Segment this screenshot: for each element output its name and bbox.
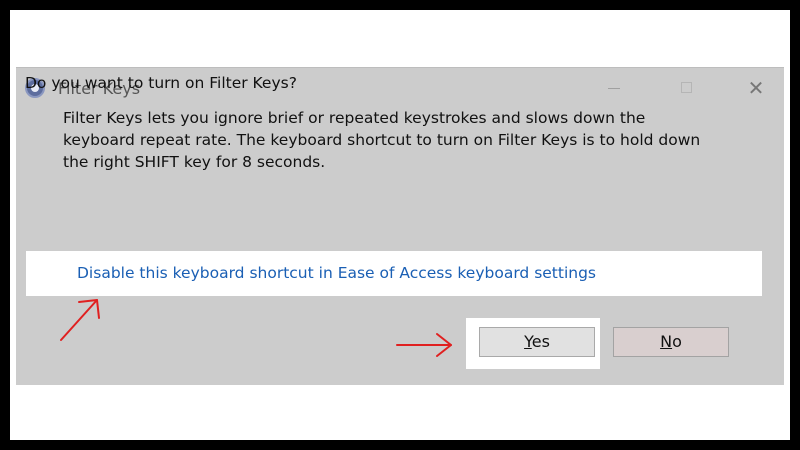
yes-label: es [531, 332, 550, 351]
description-line: keyboard repeat rate. The keyboard short… [63, 131, 701, 149]
minimize-icon [601, 78, 627, 98]
dialog-description: Filter Keys lets you ignore brief or rep… [63, 107, 753, 173]
disable-shortcut-link[interactable]: Disable this keyboard shortcut in Ease o… [77, 264, 596, 282]
no-mnemonic: N [660, 332, 673, 351]
annotation-arrow-link [60, 299, 100, 341]
annotation-arrow-yes [396, 333, 452, 357]
maximize-icon [674, 78, 700, 98]
dialog-question: Do you want to turn on Filter Keys? [25, 74, 297, 92]
yes-mnemonic: Y [524, 332, 532, 351]
no-label: o [672, 332, 682, 351]
description-line: the right SHIFT key for 8 seconds. [63, 153, 326, 171]
no-button[interactable]: No [613, 327, 729, 357]
yes-button[interactable]: Yes [479, 327, 595, 357]
description-line: Filter Keys lets you ignore brief or rep… [63, 109, 646, 127]
close-icon[interactable]: ✕ [743, 78, 769, 98]
